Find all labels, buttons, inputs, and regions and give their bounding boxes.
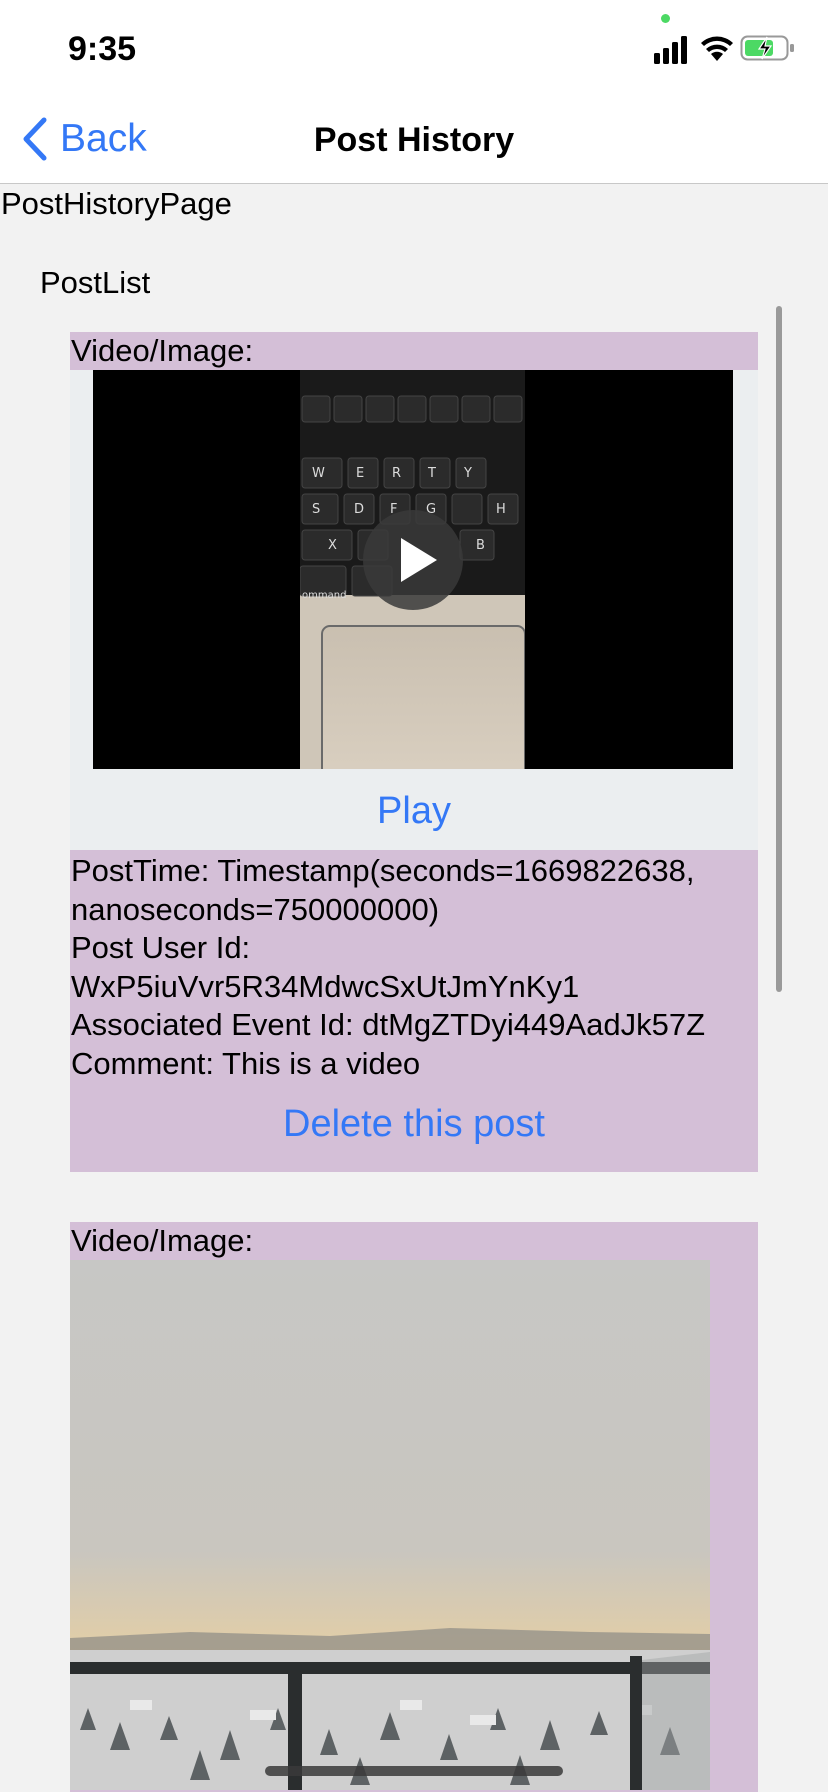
svg-text:B: B [476,538,485,553]
page-label: PostHistoryPage [1,186,232,221]
home-indicator[interactable] [265,1766,563,1776]
svg-text:Y: Y [463,466,472,481]
play-button[interactable]: Play [70,790,758,833]
wifi-icon [701,36,733,61]
svg-text:W: W [312,466,325,481]
post-card: Video/Image: [70,1222,758,1792]
list-label: PostList [40,265,151,300]
battery-charging-icon [740,35,794,61]
post-user-id-label: Post User Id: [71,930,251,965]
signal-icon [654,36,687,64]
post-comment: Comment: This is a video [71,1045,421,1081]
status-time: 9:35 [68,30,137,68]
video-container: WER TY SDF GH XB ommand Play [70,370,758,850]
svg-text:T: T [427,466,436,481]
play-overlay-icon[interactable] [363,510,463,610]
page-title: Post History [313,121,515,159]
svg-text:H: H [496,502,506,517]
post-time: PostTime: Timestamp(seconds=1669822638, [71,853,695,888]
associated-event-id: Associated Event Id: dtMgZTDyi449AadJk57… [71,1007,706,1042]
privacy-indicator-dot [661,14,670,23]
post-details: PostTime: Timestamp(seconds=1669822638, … [70,850,758,1083]
media-label: Video/Image: [71,333,254,368]
video-player[interactable]: WER TY SDF GH XB ommand [93,370,733,769]
post-user-id: WxP5iuVvr5R34MdwcSxUtJmYnKy1 [71,968,580,1004]
svg-text:R: R [392,466,401,481]
post-image [70,1260,710,1790]
status-bar: 9:35 [0,0,828,96]
svg-text:X: X [328,538,337,553]
media-label: Video/Image: [71,1223,254,1258]
post-image-graphic [70,1260,710,1790]
svg-text:E: E [356,466,364,481]
navigation-bar: Back Post History [0,96,828,184]
scroll-indicator[interactable] [776,306,782,992]
post-time-continued: nanoseconds=750000000) [71,891,440,927]
svg-text:ommand: ommand [302,590,346,601]
post-card: Video/Image: [70,332,758,1172]
delete-post-button[interactable]: Delete this post [70,1083,758,1172]
svg-text:S: S [312,502,320,517]
